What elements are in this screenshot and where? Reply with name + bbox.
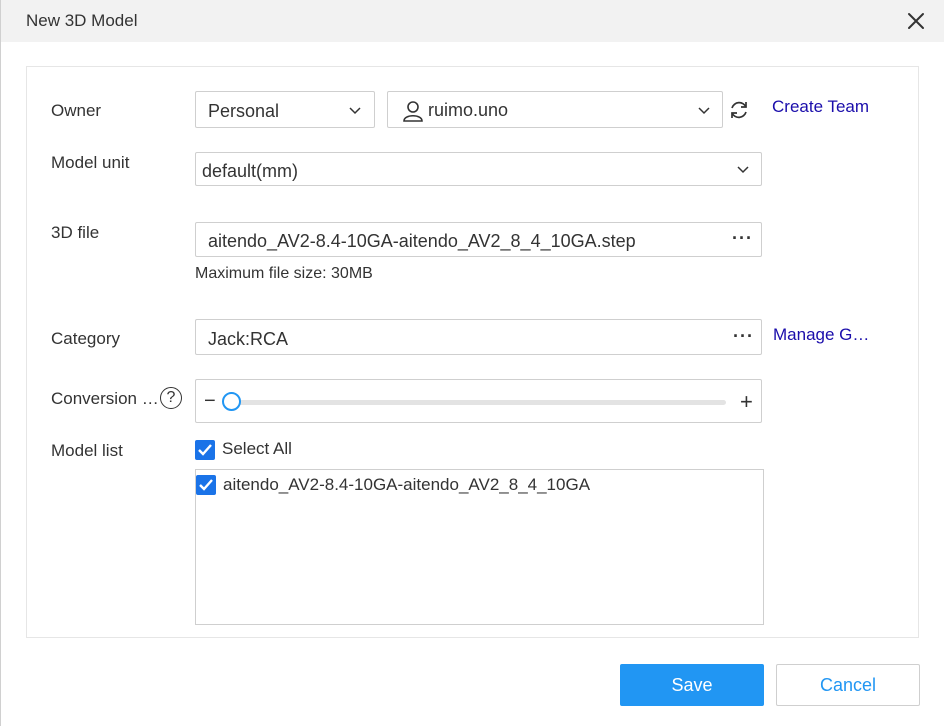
- 3d-file-label: 3D file: [51, 223, 100, 242]
- owner-type-select[interactable]: Personal: [195, 91, 375, 128]
- refresh-icon[interactable]: [728, 99, 750, 121]
- dialog-title: New 3D Model: [26, 11, 138, 30]
- model-unit-label: Model unit: [51, 153, 130, 172]
- category-label: Category: [51, 329, 120, 348]
- select-all-label[interactable]: Select All: [222, 439, 292, 459]
- create-team-link[interactable]: Create Team: [772, 97, 869, 117]
- model-item-checkbox[interactable]: [196, 475, 216, 495]
- cancel-button[interactable]: Cancel: [776, 664, 920, 706]
- owner-type-value: Personal: [208, 101, 280, 121]
- dialog-titlebar: New 3D Model: [1, 0, 944, 42]
- model-unit-value: default(mm): [202, 161, 299, 181]
- help-icon[interactable]: ?: [160, 387, 182, 409]
- slider-track[interactable]: [230, 400, 726, 405]
- decrease-button[interactable]: −: [204, 390, 216, 413]
- slider-thumb[interactable]: [221, 392, 241, 411]
- manage-link[interactable]: Manage G…: [773, 325, 869, 345]
- chevron-down-icon: [737, 166, 749, 174]
- owner-label: Owner: [51, 101, 102, 120]
- person-icon: [403, 101, 423, 122]
- increase-button[interactable]: +: [740, 389, 753, 415]
- 3d-file-value: aitendo_AV2-8.4-10GA-aitendo_AV2_8_4_10G…: [208, 231, 636, 251]
- max-file-size-hint: Maximum file size: 30MB: [195, 265, 373, 282]
- owner-user-select[interactable]: ruimo.uno: [387, 91, 723, 128]
- save-button[interactable]: Save: [620, 664, 764, 706]
- model-item-label: aitendo_AV2-8.4-10GA-aitendo_AV2_8_4_10G…: [223, 475, 591, 494]
- chevron-down-icon: [698, 107, 710, 115]
- new-3d-model-dialog: New 3D Model Owner Personal ruimo.uno Cr…: [0, 0, 944, 726]
- category-field[interactable]: Jack:RCA ···: [195, 319, 762, 355]
- conversion-slider-box: − +: [195, 379, 762, 423]
- 3d-file-field[interactable]: aitendo_AV2-8.4-10GA-aitendo_AV2_8_4_10G…: [195, 222, 762, 257]
- category-value: Jack:RCA: [208, 329, 289, 349]
- list-item[interactable]: aitendo_AV2-8.4-10GA-aitendo_AV2_8_4_10G…: [196, 470, 756, 502]
- select-all-checkbox[interactable]: [195, 440, 215, 460]
- conversion-label: Conversion …: [51, 389, 159, 408]
- model-list-label: Model list: [51, 441, 123, 460]
- chevron-down-icon: [349, 107, 361, 115]
- owner-user-value: ruimo.uno: [428, 100, 509, 120]
- model-unit-select[interactable]: default(mm): [195, 152, 762, 186]
- close-icon[interactable]: [905, 10, 927, 32]
- browse-file-button[interactable]: ···: [732, 228, 753, 249]
- model-list-box: aitendo_AV2-8.4-10GA-aitendo_AV2_8_4_10G…: [195, 469, 764, 625]
- browse-category-button[interactable]: ···: [733, 326, 754, 347]
